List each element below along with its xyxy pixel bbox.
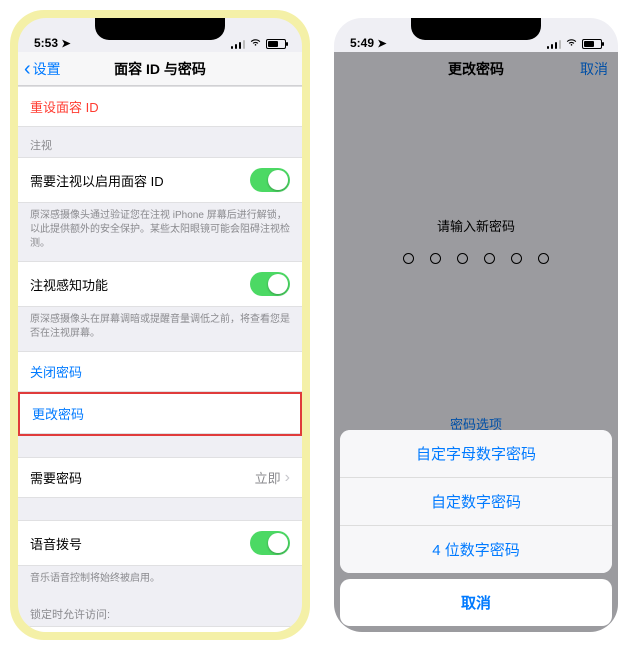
status-time: 5:49 ➤: [350, 36, 387, 50]
change-passcode-label: 更改密码: [32, 404, 84, 423]
require-passcode-row[interactable]: 需要密码 立即›: [18, 457, 302, 498]
action-sheet-group: 自定字母数字密码 自定数字密码 4 位数字密码: [340, 430, 612, 573]
reset-face-id-label: 重设面容 ID: [30, 97, 99, 116]
spacer: [18, 498, 302, 520]
sheet-option-4digit[interactable]: 4 位数字密码: [340, 526, 612, 573]
notch: [95, 18, 225, 40]
notch: [411, 18, 541, 40]
action-sheet: 自定字母数字密码 自定数字密码 4 位数字密码 取消: [340, 430, 612, 626]
require-passcode-value: 立即›: [255, 468, 290, 487]
require-passcode-label: 需要密码: [30, 468, 82, 487]
status-icons: [547, 37, 602, 50]
phone-screen-right: 5:49 ➤ 更改密码 取消 请输入新密码: [334, 18, 618, 632]
attention-aware-label: 注视感知功能: [30, 275, 108, 294]
phone-screen-left: 5:53 ➤ ‹设置 面容 ID 与密码 重设面容 ID 注视 需要注视以启用面…: [18, 18, 302, 632]
chevron-right-icon: ›: [285, 469, 290, 487]
highlight-box: 更改密码: [18, 392, 302, 436]
battery-icon: [582, 39, 602, 49]
voice-dial-row[interactable]: 语音拨号: [18, 520, 302, 566]
wifi-icon: [249, 37, 262, 50]
signal-icon: [547, 39, 561, 49]
require-attention-label: 需要注视以启用面容 ID: [30, 171, 164, 190]
location-icon: ➤: [377, 37, 386, 50]
battery-icon: [266, 39, 286, 49]
today-view-row[interactable]: "今天"视图: [18, 626, 302, 632]
nav-bar: ‹设置 面容 ID 与密码: [18, 52, 302, 86]
chevron-left-icon: ‹: [24, 59, 31, 79]
phone-frame-left: 5:53 ➤ ‹设置 面容 ID 与密码 重设面容 ID 注视 需要注视以启用面…: [10, 10, 310, 640]
section-label-allow: 锁定时允许访问:: [18, 596, 302, 626]
change-passcode-row[interactable]: 更改密码: [20, 394, 300, 434]
section-label-attention: 注视: [18, 127, 302, 157]
settings-content[interactable]: 重设面容 ID 注视 需要注视以启用面容 ID 原深感摄像头通过验证您在注视 i…: [18, 86, 302, 632]
nav-title: 面容 ID 与密码: [114, 59, 206, 79]
sheet-option-alphanumeric[interactable]: 自定字母数字密码: [340, 430, 612, 478]
require-attention-row[interactable]: 需要注视以启用面容 ID: [18, 157, 302, 203]
require-attention-note: 原深感摄像头通过验证您在注视 iPhone 屏幕后进行解锁，以此提供额外的安全保…: [18, 203, 302, 261]
back-button[interactable]: ‹设置: [24, 59, 61, 79]
right-content: 更改密码 取消 请输入新密码 密码选项 自定字母数字密码: [334, 52, 618, 632]
sheet-cancel-button[interactable]: 取消: [340, 579, 612, 626]
attention-aware-note: 原深感摄像头在屏幕调暗或提醒音量调低之前，将查看您是否在注视屏幕。: [18, 307, 302, 351]
status-time: 5:53 ➤: [34, 36, 71, 50]
reset-face-id-row[interactable]: 重设面容 ID: [18, 86, 302, 127]
attention-aware-row[interactable]: 注视感知功能: [18, 261, 302, 307]
voice-dial-note: 音乐语音控制将始终被启用。: [18, 566, 302, 596]
turn-off-passcode-row[interactable]: 关闭密码: [18, 351, 302, 392]
location-icon: ➤: [61, 37, 70, 50]
signal-icon: [231, 39, 245, 49]
wifi-icon: [565, 37, 578, 50]
status-icons: [231, 37, 286, 50]
toggle-switch[interactable]: [250, 168, 290, 192]
spacer: [18, 435, 302, 457]
sheet-option-custom-numeric[interactable]: 自定数字密码: [340, 478, 612, 526]
toggle-switch[interactable]: [250, 272, 290, 296]
toggle-switch[interactable]: [250, 531, 290, 555]
phone-frame-right: 5:49 ➤ 更改密码 取消 请输入新密码: [326, 10, 626, 640]
turn-off-passcode-label: 关闭密码: [30, 362, 82, 381]
voice-dial-label: 语音拨号: [30, 534, 82, 553]
